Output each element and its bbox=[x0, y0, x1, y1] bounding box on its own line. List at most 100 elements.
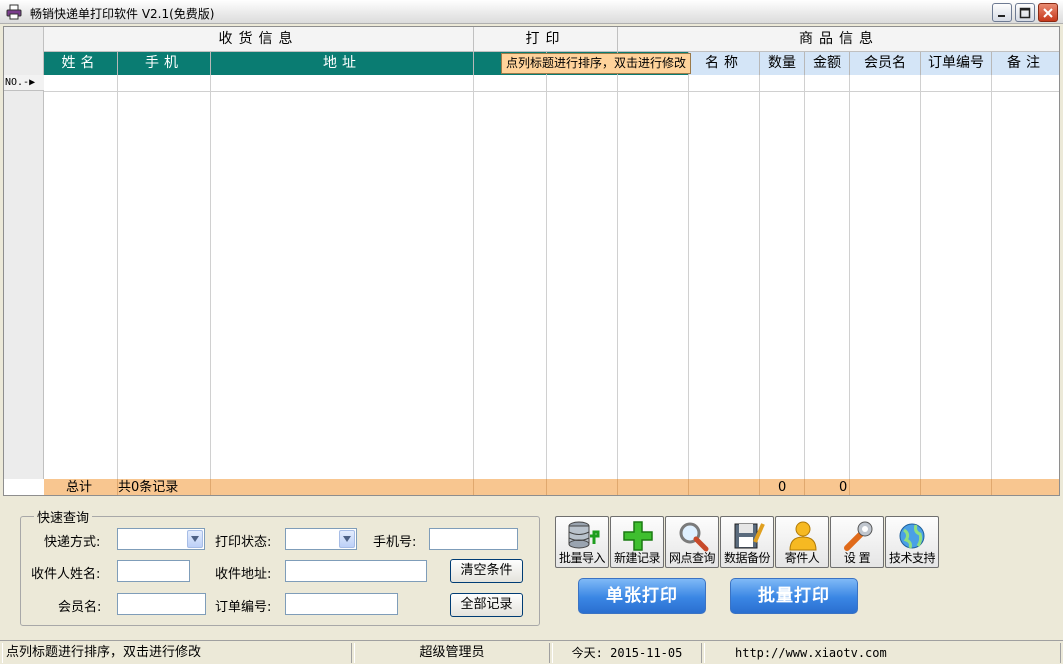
close-button[interactable] bbox=[1038, 3, 1058, 22]
outlet-query-button[interactable]: 网点查询 bbox=[665, 516, 719, 568]
status-url[interactable]: http://www.xiaotv.com bbox=[704, 643, 1061, 663]
dropdown-button[interactable] bbox=[339, 530, 355, 548]
totals-divider bbox=[804, 479, 805, 495]
totals-records: 共0条记录 bbox=[118, 480, 179, 495]
tech-support-label: 技术支持 bbox=[888, 551, 936, 565]
col-divider bbox=[849, 75, 850, 479]
maximize-icon bbox=[1019, 7, 1031, 18]
chevron-down-icon bbox=[191, 536, 199, 542]
col-order-no[interactable]: 订单编号 bbox=[921, 52, 992, 75]
col-phone[interactable]: 手机 bbox=[118, 52, 211, 75]
col-divider bbox=[991, 75, 992, 479]
totals-divider bbox=[546, 479, 547, 495]
col-divider bbox=[117, 75, 118, 479]
floppy-disk-icon bbox=[734, 523, 765, 549]
globe-icon bbox=[899, 523, 925, 549]
status-hint: 点列标题进行排序，双击进行修改 bbox=[2, 643, 352, 663]
settings-label: 设 置 bbox=[843, 551, 871, 565]
member-input[interactable] bbox=[117, 593, 206, 615]
user-icon bbox=[789, 521, 817, 551]
new-record-button[interactable]: 新建记录 bbox=[610, 516, 664, 568]
batch-print-button[interactable]: 批量打印 bbox=[730, 578, 858, 614]
totals-divider bbox=[920, 479, 921, 495]
totals-divider bbox=[759, 479, 760, 495]
tech-support-button[interactable]: 技术支持 bbox=[885, 516, 939, 568]
col-amount[interactable]: 金额 bbox=[805, 52, 850, 75]
totals-divider bbox=[991, 479, 992, 495]
dropdown-button[interactable] bbox=[187, 530, 203, 548]
receiver-name-label: 收件人姓名: bbox=[31, 567, 101, 582]
col-goods-name[interactable]: 名称 bbox=[689, 52, 760, 75]
col-divider bbox=[688, 75, 689, 479]
col-divider bbox=[473, 75, 474, 479]
all-records-button[interactable]: 全部记录 bbox=[450, 593, 523, 617]
totals-divider bbox=[210, 479, 211, 495]
grid-corner bbox=[4, 27, 44, 75]
chevron-down-icon bbox=[343, 536, 351, 542]
receiver-name-input[interactable] bbox=[117, 560, 190, 582]
printer-icon bbox=[6, 4, 22, 20]
quick-query-legend: 快速查询 bbox=[34, 507, 93, 526]
sender-label: 寄件人 bbox=[784, 551, 820, 565]
minimize-button[interactable] bbox=[992, 3, 1012, 22]
sender-button[interactable]: 寄件人 bbox=[775, 516, 829, 568]
phone-input[interactable] bbox=[429, 528, 518, 550]
plus-icon bbox=[623, 521, 653, 551]
single-print-button[interactable]: 单张打印 bbox=[578, 578, 706, 614]
col-divider bbox=[920, 75, 921, 479]
row-header-column bbox=[4, 75, 44, 479]
totals-divider bbox=[617, 479, 618, 495]
express-label: 快递方式: bbox=[44, 535, 101, 550]
totals-quantity: 0 bbox=[778, 480, 787, 495]
order-no-label: 订单编号: bbox=[215, 600, 272, 615]
totals-divider bbox=[688, 479, 689, 495]
col-divider bbox=[617, 75, 618, 479]
totals-row: 总计 共0条记录 0 0 bbox=[44, 479, 1059, 495]
database-import-icon bbox=[568, 521, 600, 549]
status-bar: 点列标题进行排序，双击进行修改 超级管理员 今天: 2015-11-05 htt… bbox=[0, 640, 1063, 664]
window-title: 畅销快递单打印软件 V2.1(免费版) bbox=[30, 7, 215, 21]
col-name[interactable]: 姓名 bbox=[44, 52, 118, 75]
col-divider bbox=[210, 75, 211, 479]
phone-label: 手机号: bbox=[373, 535, 417, 550]
col-divider bbox=[759, 75, 760, 479]
express-select[interactable] bbox=[117, 528, 205, 550]
order-no-input[interactable] bbox=[285, 593, 398, 615]
totals-divider bbox=[473, 479, 474, 495]
settings-button[interactable]: 设 置 bbox=[830, 516, 884, 568]
status-user: 超级管理员 bbox=[354, 643, 550, 663]
minimize-icon bbox=[998, 14, 1005, 17]
maximize-button[interactable] bbox=[1015, 3, 1035, 22]
member-label: 会员名: bbox=[58, 600, 102, 615]
col-remark[interactable]: 备注 bbox=[992, 52, 1059, 75]
status-today: 今天: 2015-11-05 bbox=[552, 643, 702, 663]
print-status-label: 打印状态: bbox=[215, 535, 272, 550]
records-grid[interactable]: 收货信息 打印 商品信息 姓名 手机 地址 情 名称 数量 金额 会员名 订单编… bbox=[3, 26, 1060, 496]
receiver-address-label: 收件地址: bbox=[215, 567, 272, 582]
col-quantity[interactable]: 数量 bbox=[760, 52, 805, 75]
totals-divider bbox=[117, 479, 118, 495]
totals-amount: 0 bbox=[839, 480, 848, 495]
wrench-icon bbox=[844, 521, 873, 551]
magnifier-icon bbox=[679, 522, 709, 552]
totals-label: 总计 bbox=[66, 480, 93, 495]
col-divider bbox=[546, 75, 547, 479]
data-backup-button[interactable]: 数据备份 bbox=[720, 516, 774, 568]
print-status-select[interactable] bbox=[285, 528, 357, 550]
col-member[interactable]: 会员名 bbox=[850, 52, 921, 75]
col-address[interactable]: 地址 bbox=[211, 52, 474, 75]
group-receiver-info: 收货信息 bbox=[44, 27, 474, 52]
col-divider bbox=[804, 75, 805, 479]
current-row-indicator[interactable]: NO.-▶ bbox=[4, 75, 44, 91]
title-bar: 畅销快递单打印软件 V2.1(免费版) bbox=[0, 0, 1063, 24]
totals-divider bbox=[849, 479, 850, 495]
receiver-address-input[interactable] bbox=[285, 560, 427, 582]
clear-conditions-button[interactable]: 清空条件 bbox=[450, 559, 523, 583]
new-record-label: 新建记录 bbox=[613, 551, 661, 565]
sort-tooltip: 点列标题进行排序，双击进行修改 bbox=[501, 53, 692, 74]
close-icon bbox=[1043, 7, 1053, 18]
batch-import-label: 批量导入 bbox=[558, 551, 606, 565]
batch-import-button[interactable]: 批量导入 bbox=[555, 516, 609, 568]
row-divider bbox=[44, 91, 1059, 92]
group-goods-info: 商品信息 bbox=[618, 27, 1059, 52]
